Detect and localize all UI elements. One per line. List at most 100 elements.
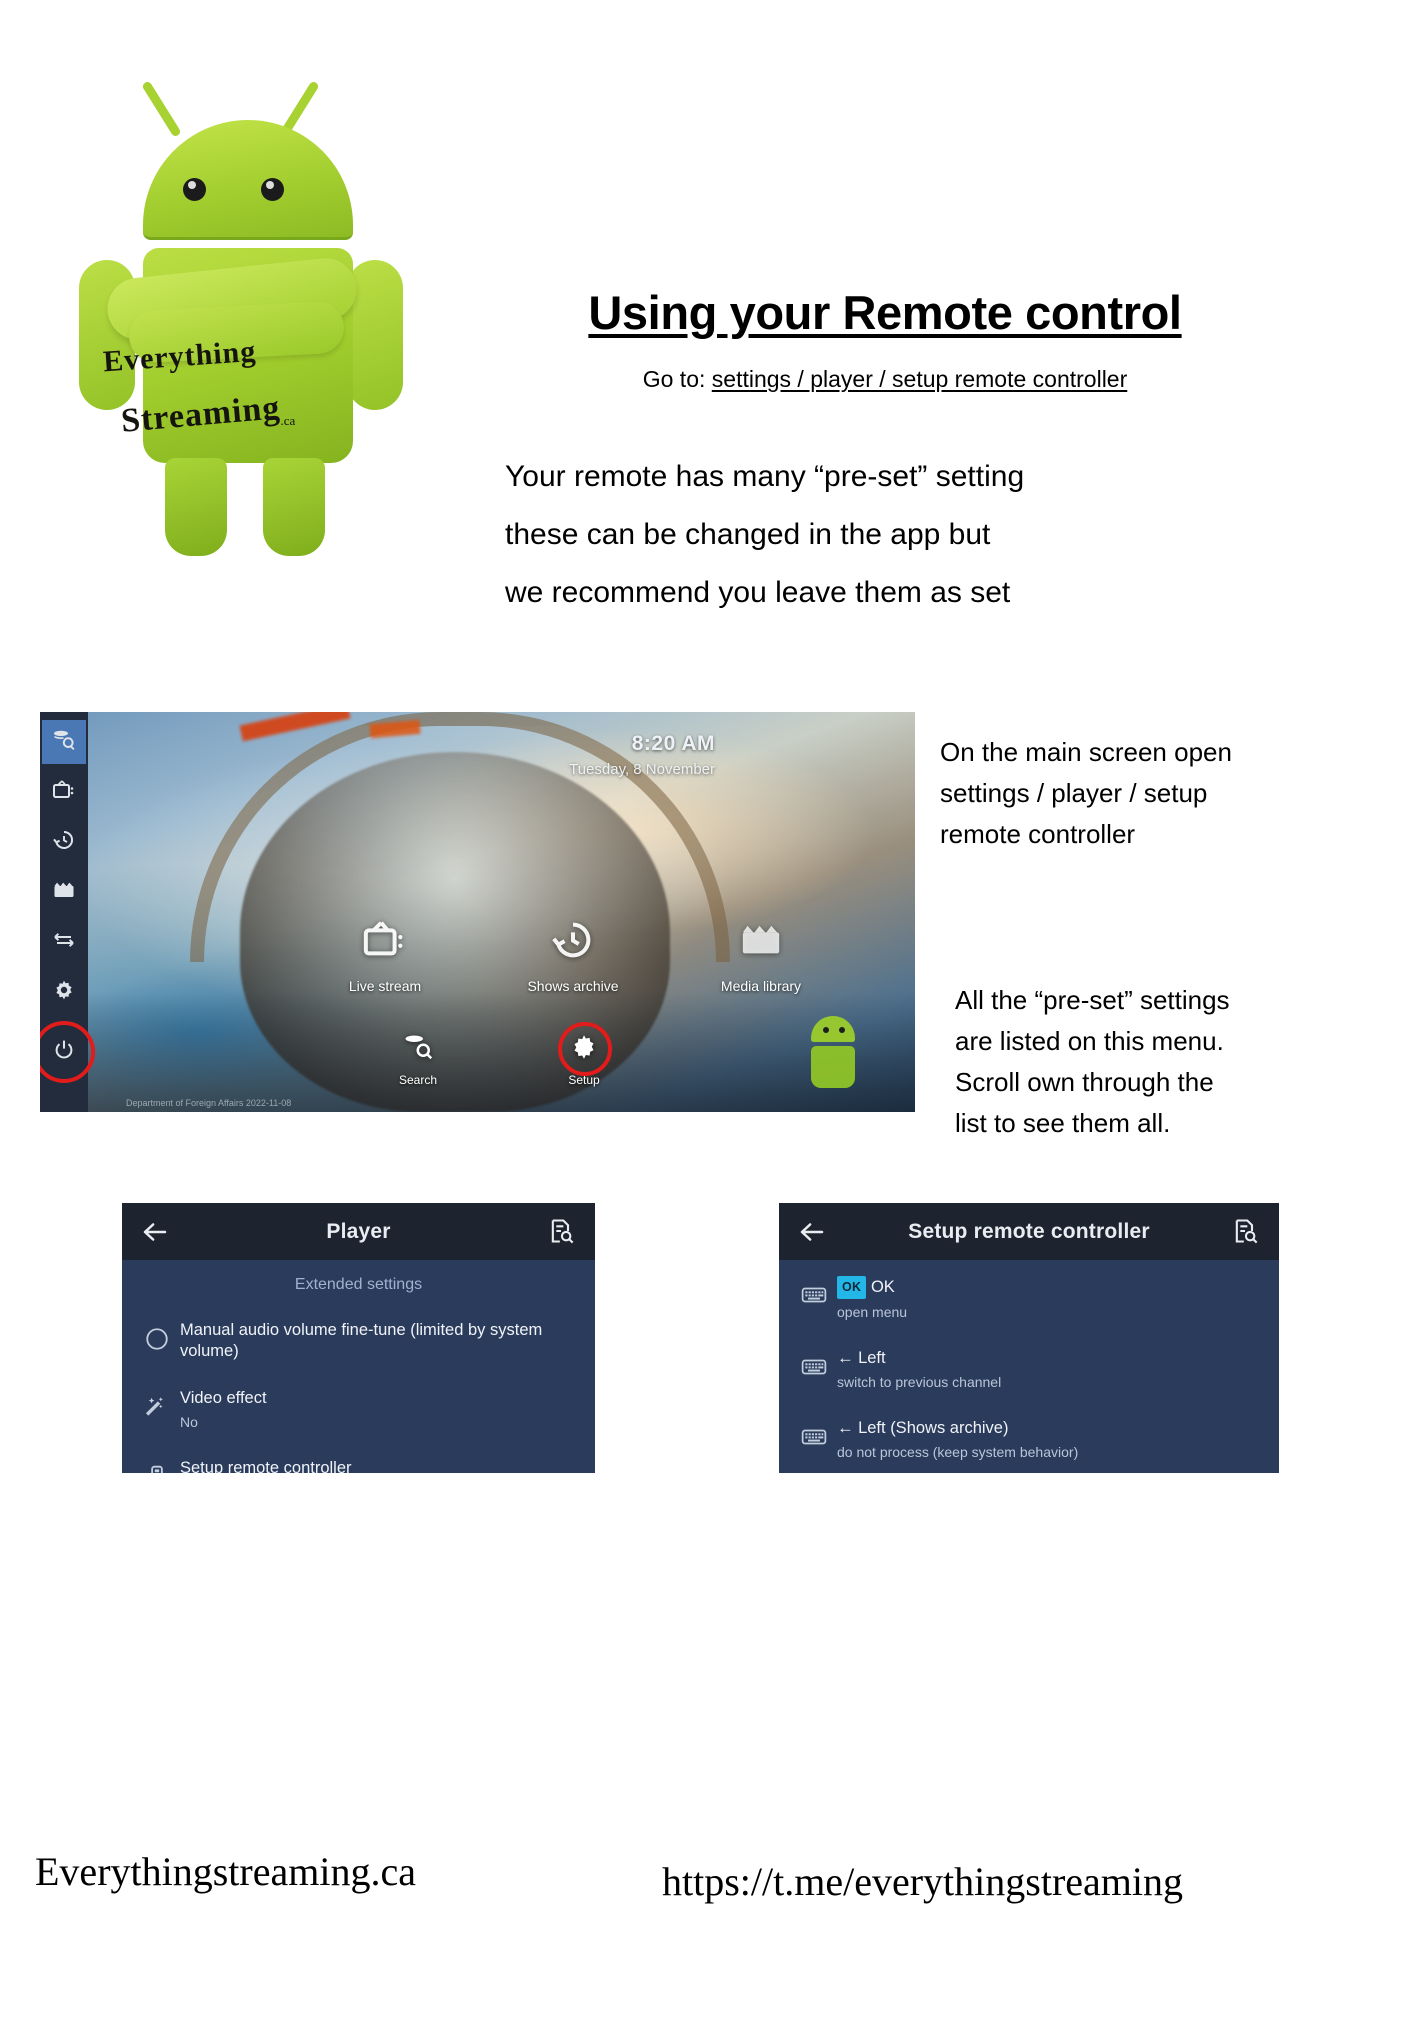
search-icon [52,728,76,757]
tv-tile-label: Search [398,1073,438,1087]
subtitle-prefix: Go to: [642,366,712,392]
player-row-text: Manual audio volume fine-tune (limited b… [180,1320,579,1362]
folder-icon [742,925,780,954]
remote-row-title: ← Left [837,1349,886,1367]
mascot-eye-left [183,178,206,201]
tv-bottom-tiles: Search Setup [370,1022,632,1087]
remote-row-subtitle: switch to previous channel [837,1374,1002,1390]
remote-row-left-shows-archive[interactable]: ← Left (Shows archive) do not process (k… [779,1406,1279,1473]
mascot-head [143,120,353,240]
sidebar-item-tv[interactable] [42,770,86,814]
media-icon [52,878,76,907]
tv-tile-media-library[interactable]: Media library [706,917,816,994]
player-panel-body: Extended settings Manual audio volume fi… [122,1260,595,1473]
note2-line-1: All the “pre-set” settings [955,985,1230,1015]
tv-tile-search[interactable]: Search [370,1032,466,1087]
intro-line-2: these can be changed in the app but [505,518,991,551]
footer-website: Everythingstreaming.ca [35,1849,416,1894]
remote-row-text: OK OK open menu [837,1276,1263,1322]
remote-panel-title: Setup remote controller [908,1219,1150,1243]
tv-tile-label: Shows archive [527,978,619,994]
subtitle-path: settings / player / setup remote control… [711,366,1128,392]
android-mascot-logo: Everything Streaming.ca [79,80,403,560]
player-row-manual-audio[interactable]: Manual audio volume fine-tune (limited b… [122,1308,595,1376]
player-row-text: Setup remote controller OK← ↑ → ↓ [180,1458,563,1473]
tv-mascot-head [811,1016,855,1042]
tv-sidebar [40,712,95,1112]
sidebar-item-settings[interactable] [42,970,86,1014]
remote-panel-header: Setup remote controller [779,1203,1279,1260]
tv-tile-setup[interactable]: Setup [536,1022,632,1087]
remote-row-subtitle: do not process (keep system behavior) [837,1444,1079,1460]
mascot-leg-left [165,458,227,556]
keyboard-icon [791,1348,837,1380]
player-row-setup-remote-controller[interactable]: Setup remote controller OK← ↑ → ↓ » [122,1446,595,1473]
tv-mascot-body [811,1046,855,1088]
remote-row-left[interactable]: ← Left switch to previous channel [779,1336,1279,1406]
intro-line-3: we recommend you leave them as set [505,576,1011,609]
tv-watermark: Department of Foreign Affairs 2022-11-08 [126,1098,292,1108]
player-row-title: Manual audio volume fine-tune (limited b… [180,1321,543,1360]
tv-clock-date: Tuesday, 8 November [569,761,715,778]
keyboard-icon [791,1276,837,1308]
tv-icon [52,778,76,807]
sidebar-power-wrapper [40,1021,95,1083]
player-panel-header: Player [122,1203,595,1260]
note1-line-1: On the main screen open [940,737,1232,767]
wand-icon [134,1388,180,1420]
note2-line-3: Scroll own through the [955,1067,1214,1097]
chevron-right-icon[interactable]: » [563,1467,582,1473]
player-row-title: Video effect [180,1389,267,1407]
player-row-text: Video effect No [180,1388,579,1432]
intro-paragraph: Your remote has many “pre-set” setting t… [505,448,1285,622]
ok-badge: OK [837,1276,867,1299]
circle-icon [134,1320,180,1352]
note1-line-3: remote controller [940,819,1136,849]
page-subtitle: Go to: settings / player / setup remote … [490,366,1280,393]
intro-line-1: Your remote has many “pre-set” setting [505,460,1025,493]
tv-tile-shows-archive[interactable]: Shows archive [518,917,628,994]
player-row-title: Setup remote controller [180,1459,352,1473]
tv-mascot-eye-right [839,1027,845,1033]
tv-clock: 8:20 AM Tuesday, 8 November [569,732,715,778]
player-section-label: Extended settings [294,1276,423,1293]
keyboard-icon [791,1418,837,1450]
document-search-icon[interactable] [1231,1217,1261,1247]
sidebar-item-search[interactable] [42,720,86,764]
transfer-icon [52,928,76,957]
tv-tile-label: Live stream [348,978,422,994]
tv-corner-mascot [803,1016,863,1094]
sidebar-item-transfer[interactable] [42,920,86,964]
back-arrow-icon[interactable] [797,1217,827,1247]
tv-home-screenshot: 8:20 AM Tuesday, 8 November Live stream … [40,712,915,1112]
player-row-video-effect[interactable]: Video effect No [122,1376,595,1446]
remote-row-text: ← Left (Shows archive) do not process (k… [837,1418,1263,1462]
remote-icon [134,1458,180,1473]
sidebar-item-media-library[interactable] [42,870,86,914]
sidebar-item-history[interactable] [42,820,86,864]
tv-icon [363,921,403,956]
tv-tile-label: Setup [568,1073,600,1087]
tv-main-tiles: Live stream Shows archive Media library [330,917,816,994]
note-preset-settings: All the “pre-set” settings are listed on… [955,980,1375,1144]
remote-row-title: OK OK [837,1276,895,1299]
mascot-leg-right [263,458,325,556]
remote-row-title-text: OK [870,1278,895,1296]
mascot-antenna-left [141,80,182,138]
mascot-eye-right [261,178,284,201]
back-arrow-icon[interactable] [140,1217,170,1247]
remote-row-ok[interactable]: OK OK open menu [779,1260,1279,1336]
tv-tile-label: Media library [720,978,802,994]
remote-panel-body: OK OK open menu ← Left switch to previou… [779,1260,1279,1473]
tv-mascot-eye-left [823,1027,829,1033]
tv-tile-live-stream[interactable]: Live stream [330,917,440,994]
footer-telegram-url: https://t.me/everythingstreaming [662,1859,1184,1904]
document-search-icon[interactable] [547,1217,577,1247]
player-panel-title: Player [326,1219,391,1243]
gear-icon [574,1035,594,1059]
player-settings-screenshot: Player Extended settings Manual audio vo… [122,1203,595,1473]
sidebar-item-power[interactable] [42,1030,86,1074]
power-icon [52,1038,76,1067]
history-icon [552,922,591,958]
remote-row-text: ← Left switch to previous channel [837,1348,1263,1392]
